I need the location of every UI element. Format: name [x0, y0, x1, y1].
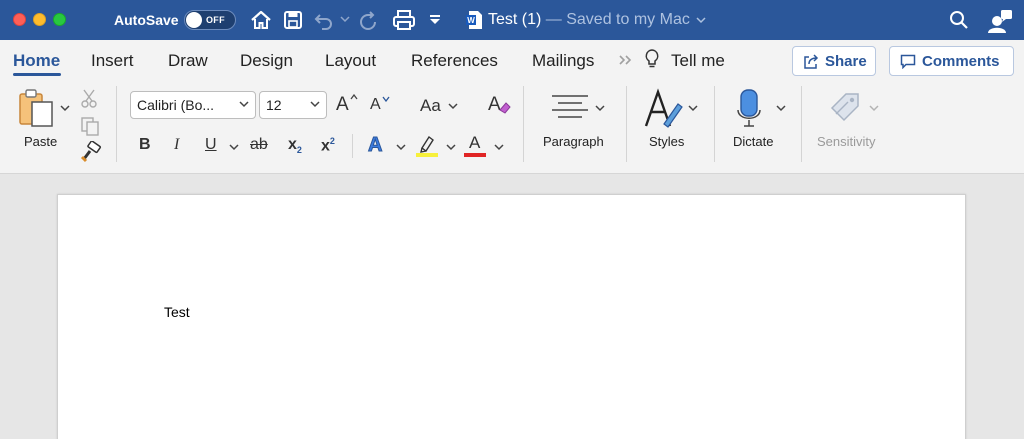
text-effects-dropdown-icon[interactable] — [396, 143, 406, 151]
paste-label[interactable]: Paste — [24, 134, 57, 149]
comment-icon — [900, 54, 916, 69]
svg-text:A: A — [488, 94, 501, 115]
document-name: Test (1) — [488, 11, 542, 28]
paragraph-dropdown-icon[interactable] — [595, 104, 605, 112]
autosave-toggle-knob — [186, 12, 202, 28]
microphone-icon[interactable] — [736, 88, 764, 130]
font-name-value: Calibri (Bo... — [137, 97, 215, 113]
tab-mailings[interactable]: Mailings — [532, 51, 594, 71]
copy-icon[interactable] — [80, 116, 100, 136]
document-title[interactable]: Test (1) — Saved to my Mac — [488, 11, 706, 29]
styles-icon[interactable] — [642, 88, 684, 130]
font-size-dropdown[interactable]: 12 — [259, 91, 327, 119]
dictate-dropdown-icon[interactable] — [776, 104, 786, 112]
font-size-value: 12 — [266, 97, 282, 113]
tab-draw[interactable]: Draw — [168, 51, 208, 71]
strikethrough-button[interactable]: ab — [250, 136, 268, 154]
font-color-swatch — [464, 153, 486, 157]
svg-text:W: W — [467, 16, 475, 25]
bold-button[interactable]: B — [139, 136, 151, 154]
font-color-dropdown-icon[interactable] — [494, 143, 504, 151]
document-page[interactable] — [57, 194, 966, 439]
paste-icon[interactable] — [18, 88, 58, 130]
font-name-dropdown[interactable]: Calibri (Bo... — [130, 91, 256, 119]
window-minimize-button[interactable] — [33, 13, 46, 26]
tab-design[interactable]: Design — [240, 51, 293, 71]
styles-dropdown-icon[interactable] — [688, 104, 698, 112]
sensitivity-label: Sensitivity — [817, 134, 876, 149]
autosave-label: AutoSave — [114, 12, 179, 28]
share-button[interactable]: Share — [792, 46, 876, 76]
subscript-button[interactable]: x2 — [288, 136, 302, 155]
tell-me-search[interactable]: Tell me — [671, 51, 725, 71]
ribbon-separator — [801, 86, 802, 162]
change-case-dropdown-icon[interactable] — [448, 102, 458, 110]
superscript-base: x — [321, 137, 330, 155]
double-chevron-right-icon[interactable] — [618, 54, 634, 66]
redo-icon[interactable] — [358, 9, 380, 31]
tab-insert[interactable]: Insert — [91, 51, 134, 71]
paste-dropdown-icon[interactable] — [60, 104, 70, 112]
ribbon-separator — [523, 86, 524, 162]
document-save-status: — Saved to my Mac — [541, 11, 690, 28]
dictate-label[interactable]: Dictate — [733, 134, 773, 149]
font-color-glyph: A — [469, 133, 481, 152]
ribbon-separator — [626, 86, 627, 162]
save-icon[interactable] — [282, 9, 304, 31]
text-effects-button[interactable]: A — [367, 134, 382, 157]
subscript-base: x — [288, 136, 297, 153]
comments-label: Comments — [922, 53, 1000, 70]
sensitivity-dropdown-icon[interactable] — [869, 104, 879, 112]
grow-arrow-icon — [350, 94, 358, 100]
home-icon[interactable] — [250, 9, 272, 31]
word-document-icon: W — [466, 11, 482, 29]
chevron-down-icon — [310, 101, 320, 108]
window-close-button[interactable] — [13, 13, 26, 26]
title-bar: AutoSave OFF W Test (1) — Saved to my Ma… — [0, 0, 1024, 40]
paragraph-icon[interactable] — [550, 93, 590, 121]
highlight-dropdown-icon[interactable] — [446, 143, 456, 151]
comments-button[interactable]: Comments — [889, 46, 1014, 76]
underline-dropdown-icon[interactable] — [229, 143, 239, 151]
undo-dropdown-icon[interactable] — [340, 15, 350, 23]
window-zoom-button[interactable] — [53, 13, 66, 26]
format-painter-icon[interactable] — [80, 141, 102, 163]
ribbon-separator — [352, 134, 353, 158]
ribbon-separator — [116, 86, 117, 162]
paragraph-label[interactable]: Paragraph — [543, 134, 604, 149]
cut-icon[interactable] — [80, 89, 98, 109]
active-tab-indicator — [13, 73, 61, 76]
tab-home[interactable]: Home — [13, 51, 60, 71]
tab-references[interactable]: References — [411, 51, 498, 71]
subscript-mark: 2 — [296, 145, 302, 156]
tab-layout[interactable]: Layout — [325, 51, 376, 71]
undo-icon[interactable] — [313, 9, 335, 31]
title-chevron-down-icon — [696, 17, 706, 24]
account-icon[interactable] — [987, 9, 1013, 33]
autosave-toggle[interactable]: OFF — [184, 10, 236, 30]
font-color-button[interactable]: A — [464, 133, 488, 159]
shrink-arrow-icon — [382, 96, 390, 102]
lightbulb-icon — [645, 49, 659, 68]
superscript-mark: 2 — [329, 136, 335, 146]
share-icon — [804, 54, 819, 69]
document-body-text[interactable]: Test — [164, 304, 190, 320]
autosave-state: OFF — [206, 15, 225, 25]
ribbon-separator — [714, 86, 715, 162]
highlighter-icon[interactable] — [416, 134, 438, 158]
underline-button[interactable]: U — [205, 136, 217, 154]
chevron-down-icon — [239, 101, 249, 108]
grow-font-button[interactable]: A — [336, 94, 349, 116]
superscript-button[interactable]: x2 — [321, 136, 335, 155]
change-case-button[interactable]: Aa — [420, 96, 441, 116]
print-icon[interactable] — [392, 9, 416, 31]
styles-label[interactable]: Styles — [649, 134, 684, 149]
customize-toolbar-icon[interactable] — [428, 14, 442, 26]
clear-formatting-icon[interactable]: A — [486, 92, 512, 116]
shrink-font-button[interactable]: A — [370, 96, 381, 114]
italic-button[interactable]: I — [174, 136, 179, 154]
share-label: Share — [825, 53, 867, 70]
search-icon[interactable] — [948, 9, 970, 31]
sensitivity-icon[interactable] — [826, 88, 866, 128]
